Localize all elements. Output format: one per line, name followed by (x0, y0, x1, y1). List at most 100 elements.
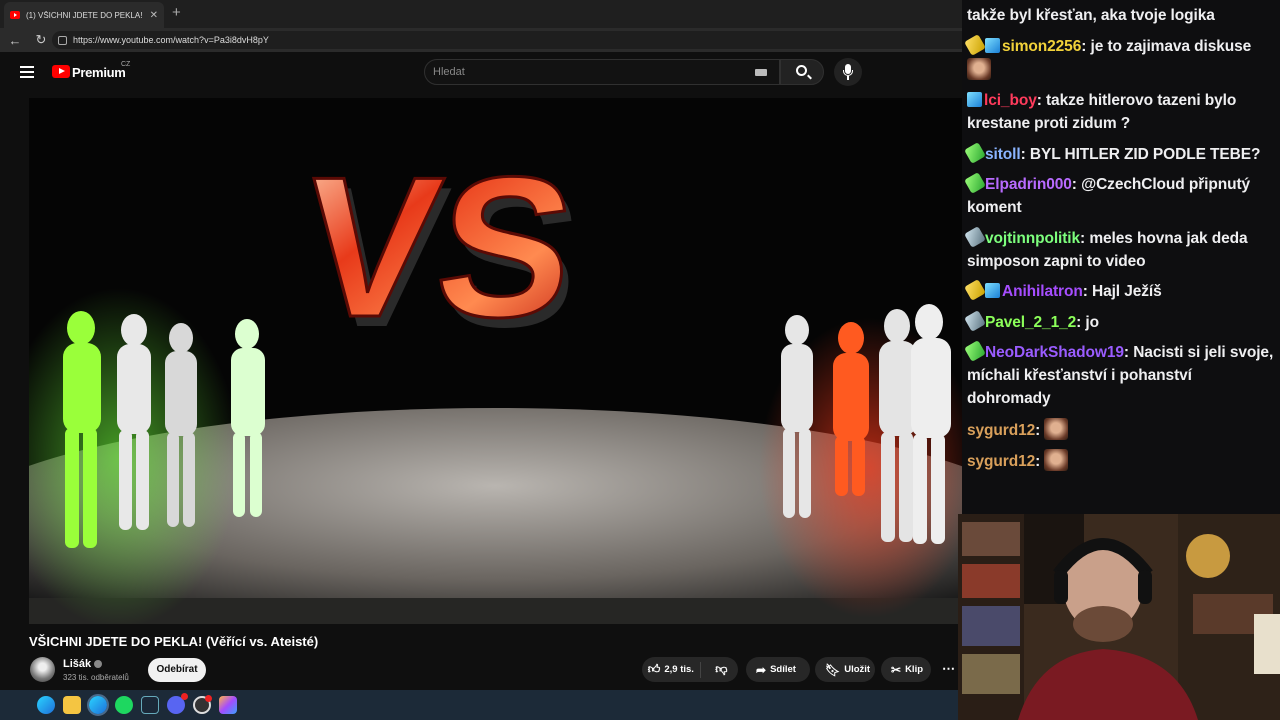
share-arrow-icon: ➦ (756, 662, 767, 677)
browser-tab[interactable]: (1) VŠICHNI JDETE DO PEKLA! (Vě ✕ (4, 2, 164, 28)
url-text: https://www.youtube.com/watch?v=Pa3i8dvH… (73, 35, 269, 45)
share-label: Sdílet (770, 664, 796, 675)
channel-name-text[interactable]: Lišák (63, 658, 91, 670)
hamburger-menu-icon[interactable] (20, 66, 34, 81)
youtube-header: Premium CZ Hledat (0, 52, 962, 94)
chat-message: NeoDarkShadow19: Nacisti si jeli svoje, … (964, 340, 1274, 410)
browser-window: (1) VŠICHNI JDETE DO PEKLA! (Vě ✕ + ← ↻ … (0, 0, 962, 690)
tab-strip: (1) VŠICHNI JDETE DO PEKLA! (Vě ✕ + (0, 0, 962, 28)
like-button[interactable]: 👍︎ 2,9 tis. (642, 661, 701, 678)
chat-username[interactable]: vojtinnpolitik (985, 230, 1080, 247)
country-code: CZ (121, 61, 131, 68)
green-badge-icon (964, 172, 986, 194)
close-tab-icon[interactable]: ✕ (150, 10, 158, 21)
blue-badge-icon (985, 37, 1000, 53)
chat-username[interactable]: sygurd12 (967, 453, 1035, 470)
save-label: Uložit (844, 664, 871, 675)
chat-emote-icon (1044, 417, 1069, 440)
chat-colon: : (1082, 283, 1092, 300)
chat-username[interactable]: sitoll (985, 146, 1021, 163)
youtube-logo-icon[interactable] (52, 65, 70, 78)
chat-colon: : (1081, 37, 1091, 55)
gold-badge-icon (964, 279, 986, 301)
thumbs-up-icon: 👍︎ (647, 662, 661, 676)
thumbs-down-icon: 👎︎ (715, 662, 728, 676)
edge-active-icon[interactable] (87, 694, 109, 716)
folder-icon[interactable] (63, 696, 81, 714)
search-button[interactable] (780, 59, 824, 85)
chat-username[interactable]: NeoDarkShadow19 (985, 344, 1124, 361)
chat-message: sygurd12: (967, 417, 1274, 442)
chat-message: Elpadrin000: @CzechCloud připnutý koment (964, 172, 1274, 219)
like-count: 2,9 tis. (664, 664, 694, 675)
windows-start-icon[interactable] (12, 697, 29, 714)
edge-icon[interactable] (37, 696, 55, 714)
chat-text: jo (1085, 313, 1099, 331)
chat-colon: : (1080, 229, 1090, 247)
video-frame: VS VS (29, 98, 962, 624)
green-badge-icon (964, 141, 986, 164)
gold-badge-icon (964, 33, 986, 56)
discord-icon[interactable] (167, 693, 188, 714)
keyboard-icon[interactable] (755, 68, 767, 76)
clip-label: Klip (905, 664, 924, 675)
like-dislike-group: 👍︎ 2,9 tis. 👎︎ (642, 657, 738, 682)
chat-colon: : (1035, 453, 1045, 470)
chat-message: Anihilatron: Hajl Ježíš (964, 279, 1274, 303)
more-actions-icon[interactable]: ⋯ (942, 661, 955, 677)
youtube-premium-logo[interactable]: Premium (72, 65, 126, 80)
chat-emote-icon (1044, 449, 1069, 471)
chat-username[interactable]: lci_boy (984, 92, 1037, 109)
save-button[interactable]: 🔖︎ Uložit (815, 657, 875, 682)
address-bar[interactable]: https://www.youtube.com/watch?v=Pa3i8dvH… (52, 31, 962, 49)
vs-overlay-text: VS (294, 135, 584, 358)
chat-message: simon2256: je to zajimava diskuse (964, 33, 1274, 82)
chat-message: Pavel_2_1_2: jo (964, 309, 1274, 334)
chat-colon: : (1035, 421, 1045, 439)
share-button[interactable]: ➦ Sdílet (746, 657, 810, 682)
chat-text: je to zajimava diskuse (1090, 37, 1252, 55)
back-arrow-icon[interactable]: ← (4, 33, 26, 48)
chat-username[interactable]: simon2256 (1002, 38, 1081, 55)
windows-taskbar (0, 690, 962, 720)
video-player[interactable]: VS VS (29, 98, 962, 624)
youtube-favicon-icon (10, 11, 20, 19)
copilot-icon[interactable] (219, 696, 237, 714)
spotify-icon[interactable] (115, 696, 133, 714)
verified-icon (94, 660, 103, 669)
chat-username[interactable]: Anihilatron (1002, 283, 1083, 300)
chat-message: sitoll: BYL HITLER ZID PODLE TEBE? (964, 141, 1274, 166)
gray-badge-icon (964, 309, 986, 332)
search-input[interactable]: Hledat (424, 59, 780, 85)
chat-colon: : (1071, 176, 1082, 193)
scissors-icon: ✂ (891, 662, 902, 677)
channel-avatar[interactable] (30, 657, 55, 682)
chat-text: takže byl křesťan, aka tvoje logika (967, 7, 1215, 24)
subscribe-button[interactable]: Odebírat (148, 658, 206, 682)
voice-search-button[interactable] (834, 58, 862, 86)
chat-username[interactable]: Elpadrin000 (985, 176, 1072, 193)
chat-username[interactable]: Pavel_2_1_2 (985, 314, 1076, 331)
chat-message: vojtinnpolitik: meles hovna jak deda sim… (964, 225, 1274, 273)
channel-name[interactable]: Lišák (63, 658, 103, 670)
tab-title: (1) VŠICHNI JDETE DO PEKLA! (Vě (26, 10, 144, 20)
chat-emote-icon (967, 57, 991, 80)
gray-badge-icon (964, 225, 986, 248)
obs-icon[interactable] (193, 695, 212, 714)
search-icon (796, 65, 807, 76)
dislike-button[interactable]: 👎︎ (705, 662, 738, 677)
notification-badge (205, 695, 212, 702)
subscriber-count: 323 tis. odběratelů (63, 673, 129, 682)
site-info-icon[interactable] (58, 35, 67, 45)
reload-icon[interactable]: ↻ (30, 32, 52, 48)
webcam-image (958, 514, 1280, 720)
stream-chat: takže byl křesťan, aka tvoje logika simon… (962, 0, 1280, 514)
blue-badge-icon (967, 92, 982, 107)
bookmark-icon: 🔖︎ (825, 662, 841, 677)
steam-icon[interactable] (141, 696, 159, 714)
clip-button[interactable]: ✂ Klip (881, 657, 931, 682)
chat-colon: : (1123, 344, 1134, 361)
new-tab-icon[interactable]: + (172, 5, 181, 21)
chat-username[interactable]: sygurd12 (967, 422, 1035, 439)
chat-message: sygurd12: (967, 449, 1274, 473)
